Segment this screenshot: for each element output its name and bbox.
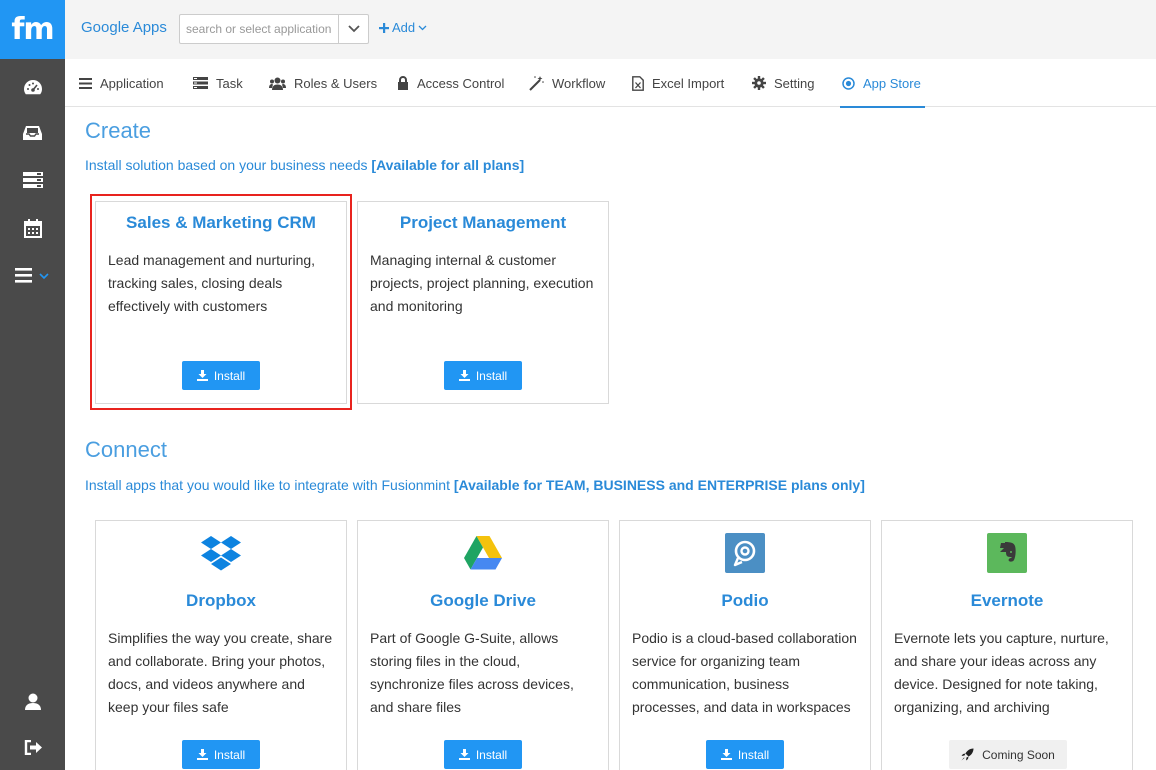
dropbox-icon: [201, 533, 241, 573]
card-title[interactable]: Dropbox: [96, 591, 346, 611]
tab-excel-import[interactable]: Excel Import: [632, 59, 724, 107]
tab-label: Roles & Users: [294, 75, 378, 91]
tab-label: App Store: [863, 75, 921, 91]
tab-application[interactable]: Application: [79, 59, 164, 107]
sign-out-icon[interactable]: [0, 727, 65, 767]
connect-subtitle: Install apps that you would like to inte…: [85, 477, 865, 493]
install-label: Install: [475, 368, 508, 383]
tab-label: Access Control: [417, 75, 505, 91]
connect-subtitle-plans: [Available for TEAM, BUSINESS and ENTERP…: [453, 477, 865, 493]
create-title: Create: [85, 118, 152, 143]
application-search[interactable]: [179, 14, 369, 44]
install-label: Install: [475, 747, 508, 762]
tab-label: Setting: [774, 75, 815, 91]
install-button[interactable]: Install: [444, 740, 522, 769]
inbox-icon[interactable]: [0, 113, 65, 153]
install-button[interactable]: Install: [182, 740, 260, 769]
download-icon: [196, 370, 208, 381]
install-button[interactable]: Install: [444, 361, 522, 390]
integration-card-podio: Podio Podio is a cloud-based collaborati…: [619, 520, 871, 770]
tab-label: Excel Import: [652, 75, 725, 91]
card-description: Managing internal & customer projects, p…: [370, 252, 594, 314]
card-title[interactable]: Podio: [620, 591, 870, 611]
download-icon: [458, 749, 470, 760]
chevron-down-icon[interactable]: [338, 15, 368, 43]
card-description: Part of Google G-Suite, allows storing f…: [370, 630, 574, 715]
fm-logo[interactable]: fm: [0, 0, 65, 59]
solution-card-sales-crm: Sales & Marketing CRM Lead management an…: [95, 201, 347, 404]
add-button[interactable]: Add: [379, 20, 427, 35]
podio-icon: [725, 533, 765, 573]
solution-card-project-management: Project Management Managing internal & c…: [357, 201, 609, 404]
menu-icon[interactable]: [0, 255, 65, 295]
card-title[interactable]: Evernote: [882, 591, 1132, 611]
evernote-icon: [987, 533, 1027, 573]
calendar-icon[interactable]: [0, 208, 65, 248]
chevron-down-icon: [418, 25, 427, 30]
integration-card-evernote: Evernote Evernote lets you capture, nurt…: [881, 520, 1133, 770]
install-label: Install: [213, 368, 246, 383]
app-root: fm Google Apps search or select applicat…: [0, 0, 1156, 770]
tab-workflow[interactable]: Workflow: [529, 59, 605, 107]
dashboard-icon[interactable]: [0, 67, 65, 107]
list-icon: [79, 77, 92, 89]
integration-card-google-drive: Google Drive Part of Google G-Suite, all…: [357, 520, 609, 770]
install-button[interactable]: Install: [706, 740, 784, 769]
coming-soon-label: Coming Soon: [982, 747, 1055, 762]
app-name[interactable]: Google Apps: [81, 19, 167, 36]
create-subtitle-text: Install solution based on your business …: [85, 157, 372, 173]
tab-task[interactable]: Task: [193, 59, 243, 107]
card-title[interactable]: Project Management: [358, 213, 608, 233]
plus-icon: [379, 22, 389, 33]
connect-subtitle-text: Install apps that you would like to inte…: [85, 477, 454, 493]
tab-label: Workflow: [552, 75, 606, 91]
search-input[interactable]: [180, 15, 339, 43]
tasks-icon: [193, 77, 208, 89]
card-title[interactable]: Sales & Marketing CRM: [96, 213, 346, 233]
card-title[interactable]: Google Drive: [358, 591, 608, 611]
server-icon[interactable]: [0, 160, 65, 200]
install-label: Install: [213, 747, 246, 762]
user-icon[interactable]: [0, 681, 65, 721]
users-icon: [269, 77, 286, 90]
google-drive-icon: [463, 533, 503, 573]
excel-icon: [632, 75, 644, 91]
download-icon: [458, 370, 470, 381]
sidebar: fm: [0, 0, 65, 770]
tab-bar: Application Task Roles & Users Access Co…: [65, 59, 1156, 108]
tab-label: Task: [216, 75, 243, 91]
tab-access-control[interactable]: Access Control: [397, 59, 504, 107]
card-description: Simplifies the way you create, share and…: [108, 630, 333, 715]
tab-setting[interactable]: Setting: [752, 59, 814, 107]
coming-soon-button: Coming Soon: [949, 740, 1067, 769]
card-description: Podio is a cloud-based collaboration ser…: [632, 630, 857, 715]
gear-icon: [752, 76, 766, 90]
download-icon: [720, 749, 732, 760]
download-icon: [196, 749, 208, 760]
create-subtitle: Install solution based on your business …: [85, 157, 524, 173]
add-label: Add: [392, 20, 416, 35]
tab-app-store[interactable]: App Store: [840, 59, 925, 108]
lock-icon: [398, 76, 408, 90]
card-description: Lead management and nurturing, tracking …: [108, 252, 316, 314]
tab-roles-users[interactable]: Roles & Users: [269, 59, 377, 107]
connect-title: Connect: [85, 437, 167, 462]
magic-icon: [529, 75, 544, 91]
install-label: Install: [737, 747, 770, 762]
top-bar: Google Apps Add: [65, 0, 1156, 59]
tab-label: Application: [100, 75, 164, 91]
card-description: Evernote lets you capture, nurture, and …: [894, 630, 1109, 715]
install-button[interactable]: Install: [182, 361, 260, 390]
integration-card-dropbox: Dropbox Simplifies the way you create, s…: [95, 520, 347, 770]
dot-circle-icon: [842, 76, 855, 90]
rocket-icon: [961, 748, 974, 761]
create-subtitle-plans: [Available for all plans]: [371, 157, 525, 173]
